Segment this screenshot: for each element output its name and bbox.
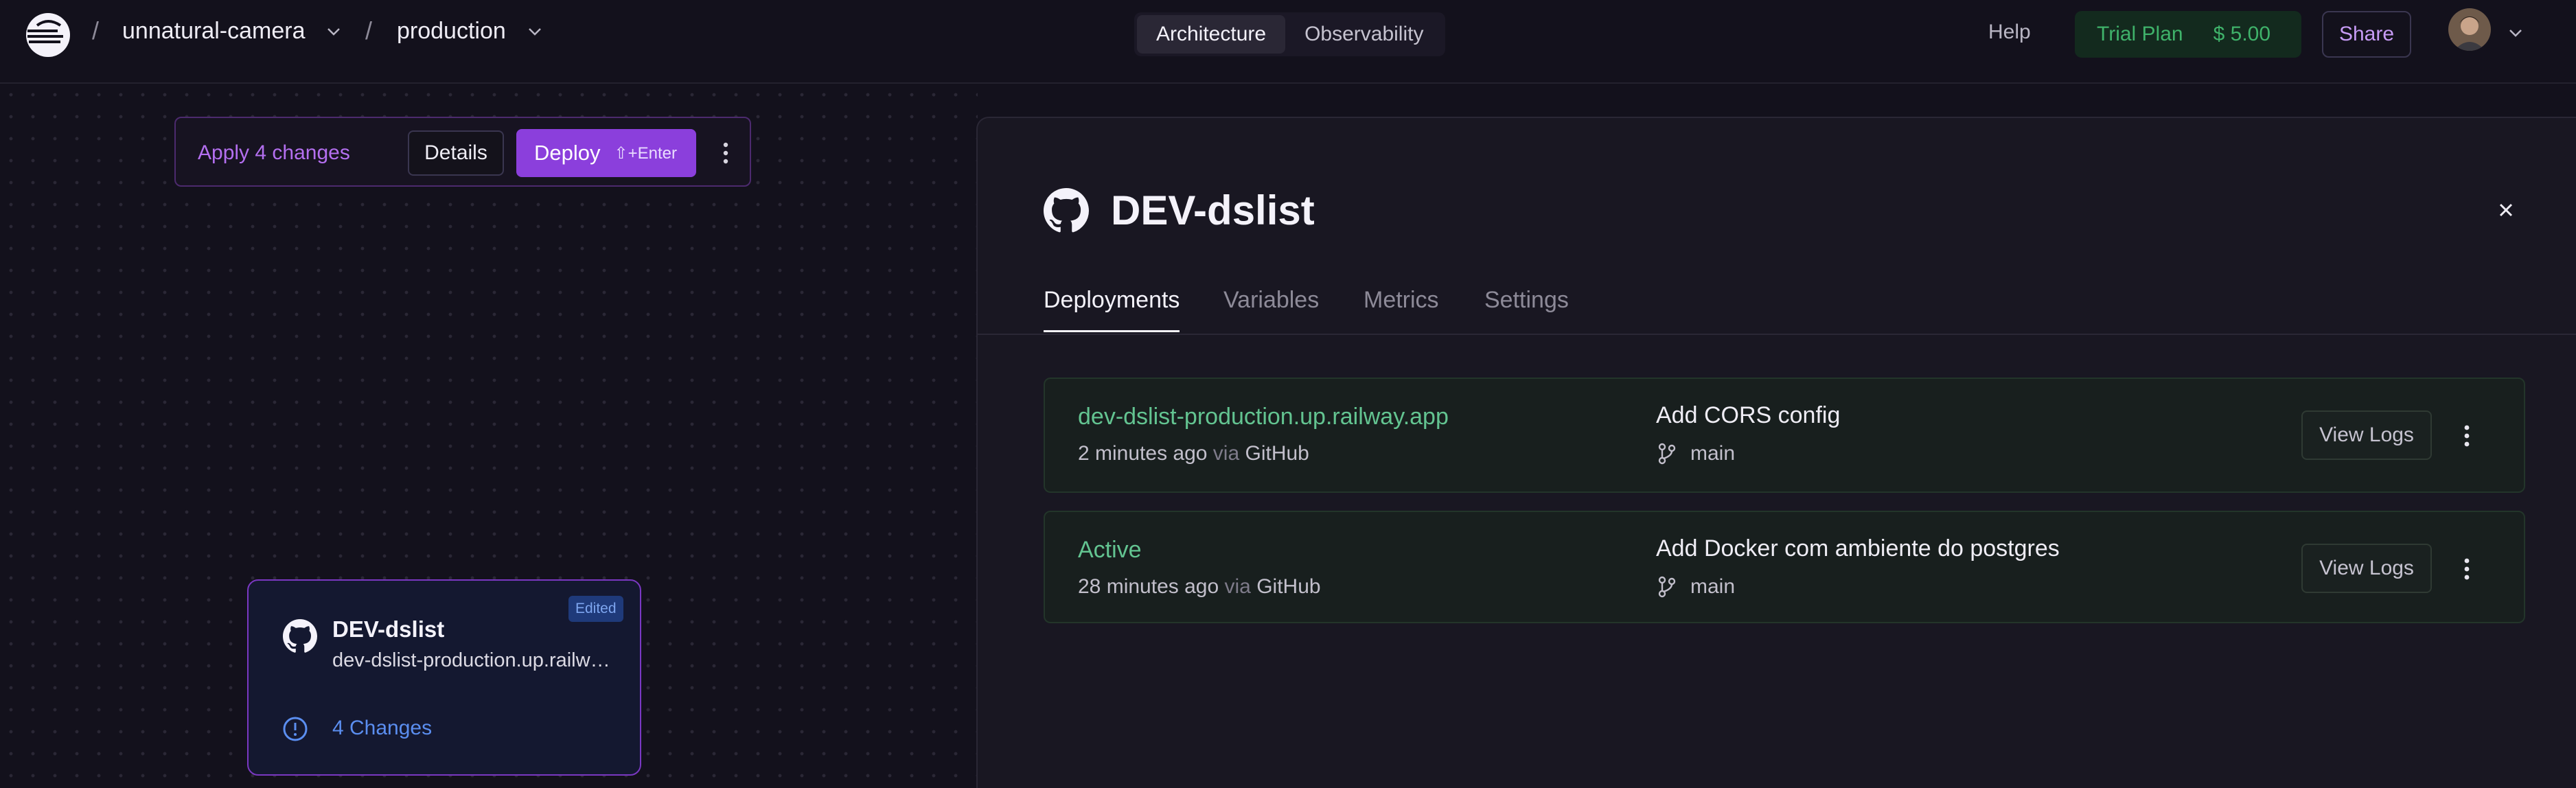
details-button[interactable]: Details: [408, 130, 504, 176]
plan-label: Trial Plan: [2097, 23, 2183, 45]
via-label: via: [1224, 575, 1251, 598]
panel-tabs: Deployments Variables Metrics Settings: [978, 277, 2576, 335]
deployment-source: GitHub: [1256, 575, 1321, 598]
deployment-row[interactable]: Active 28 minutes ago via GitHub Add Doc…: [1044, 511, 2525, 623]
view-logs-button[interactable]: View Logs: [2301, 410, 2432, 460]
panel-title: DEV-dslist: [1111, 187, 1315, 233]
project-name: unnatural-camera: [122, 18, 306, 44]
info-circle-icon: [283, 717, 308, 741]
environment-name: production: [397, 18, 506, 44]
commit-message: Add Docker com ambiente do postgres: [1656, 535, 2060, 561]
deployment-source: GitHub: [1245, 442, 1309, 465]
top-bar: / unnatural-camera / production Architec…: [0, 0, 2576, 84]
user-photo-icon: [2448, 8, 2491, 51]
deploy-label: Deploy: [534, 141, 601, 165]
commit-message: Add CORS config: [1656, 402, 1841, 428]
deploy-button[interactable]: Deploy ⇧+Enter: [516, 129, 696, 177]
branch-name: main: [1690, 442, 1736, 465]
view-logs-button[interactable]: View Logs: [2301, 544, 2432, 593]
service-name: DEV-dslist: [332, 616, 445, 642]
railway-logo-icon[interactable]: [25, 12, 71, 58]
branch-name: main: [1690, 575, 1736, 598]
breadcrumb-project[interactable]: unnatural-camera: [122, 18, 343, 45]
service-detail-panel: DEV-dslist Deployments Variables Metrics…: [976, 117, 2576, 788]
via-label: via: [1212, 442, 1240, 465]
breadcrumb-separator: /: [92, 16, 100, 45]
deployment-row[interactable]: dev-dslist-production.up.railway.app 2 m…: [1044, 378, 2525, 493]
apply-changes-label: Apply 4 changes: [198, 141, 350, 164]
tab-architecture[interactable]: Architecture: [1137, 15, 1286, 54]
trial-plan-badge[interactable]: Trial Plan $ 5.00: [2075, 11, 2301, 58]
close-icon[interactable]: [2495, 199, 2517, 221]
github-icon: [283, 619, 317, 653]
tab-settings[interactable]: Settings: [1484, 287, 1569, 330]
more-vertical-icon[interactable]: [715, 137, 736, 169]
github-icon: [1044, 188, 1089, 233]
view-switcher: Architecture Observability: [1134, 12, 1446, 56]
deployment-status: Active: [1078, 537, 1142, 563]
tab-deployments[interactable]: Deployments: [1044, 287, 1180, 332]
breadcrumb-environment[interactable]: production: [397, 18, 544, 45]
git-branch-icon: [1658, 443, 1676, 465]
pending-changes-link[interactable]: 4 Changes: [332, 717, 432, 740]
credit-amount: $ 5.00: [2213, 23, 2271, 45]
tab-metrics[interactable]: Metrics: [1364, 287, 1439, 330]
help-link[interactable]: Help: [1988, 21, 2031, 44]
breadcrumb-separator: /: [365, 16, 373, 45]
avatar[interactable]: [2448, 8, 2491, 51]
service-url: dev-dslist-production.up.railway.app: [332, 649, 621, 671]
more-vertical-icon[interactable]: [2457, 420, 2477, 452]
tab-observability[interactable]: Observability: [1285, 15, 1442, 54]
deployment-time-ago: 2 minutes ago: [1078, 442, 1208, 465]
deployment-time: 28 minutes ago via GitHub: [1078, 575, 1321, 599]
chevron-down-icon: [528, 27, 541, 36]
git-branch-icon: [1658, 576, 1676, 598]
deployment-time-ago: 28 minutes ago: [1078, 575, 1219, 598]
edited-badge: Edited: [568, 596, 623, 622]
more-vertical-icon[interactable]: [2457, 553, 2477, 585]
share-button[interactable]: Share: [2322, 11, 2411, 58]
service-card[interactable]: Edited DEV-dslist dev-dslist-production.…: [247, 579, 641, 776]
deployment-time: 2 minutes ago via GitHub: [1078, 442, 1309, 465]
apply-changes-bar: Apply 4 changes Details Deploy ⇧+Enter: [174, 117, 751, 187]
deployment-url-link[interactable]: dev-dslist-production.up.railway.app: [1078, 404, 1449, 430]
chevron-down-icon: [327, 27, 341, 36]
tab-variables[interactable]: Variables: [1223, 287, 1319, 330]
chevron-down-icon[interactable]: [2506, 23, 2525, 43]
deploy-shortcut: ⇧+Enter: [614, 143, 678, 163]
